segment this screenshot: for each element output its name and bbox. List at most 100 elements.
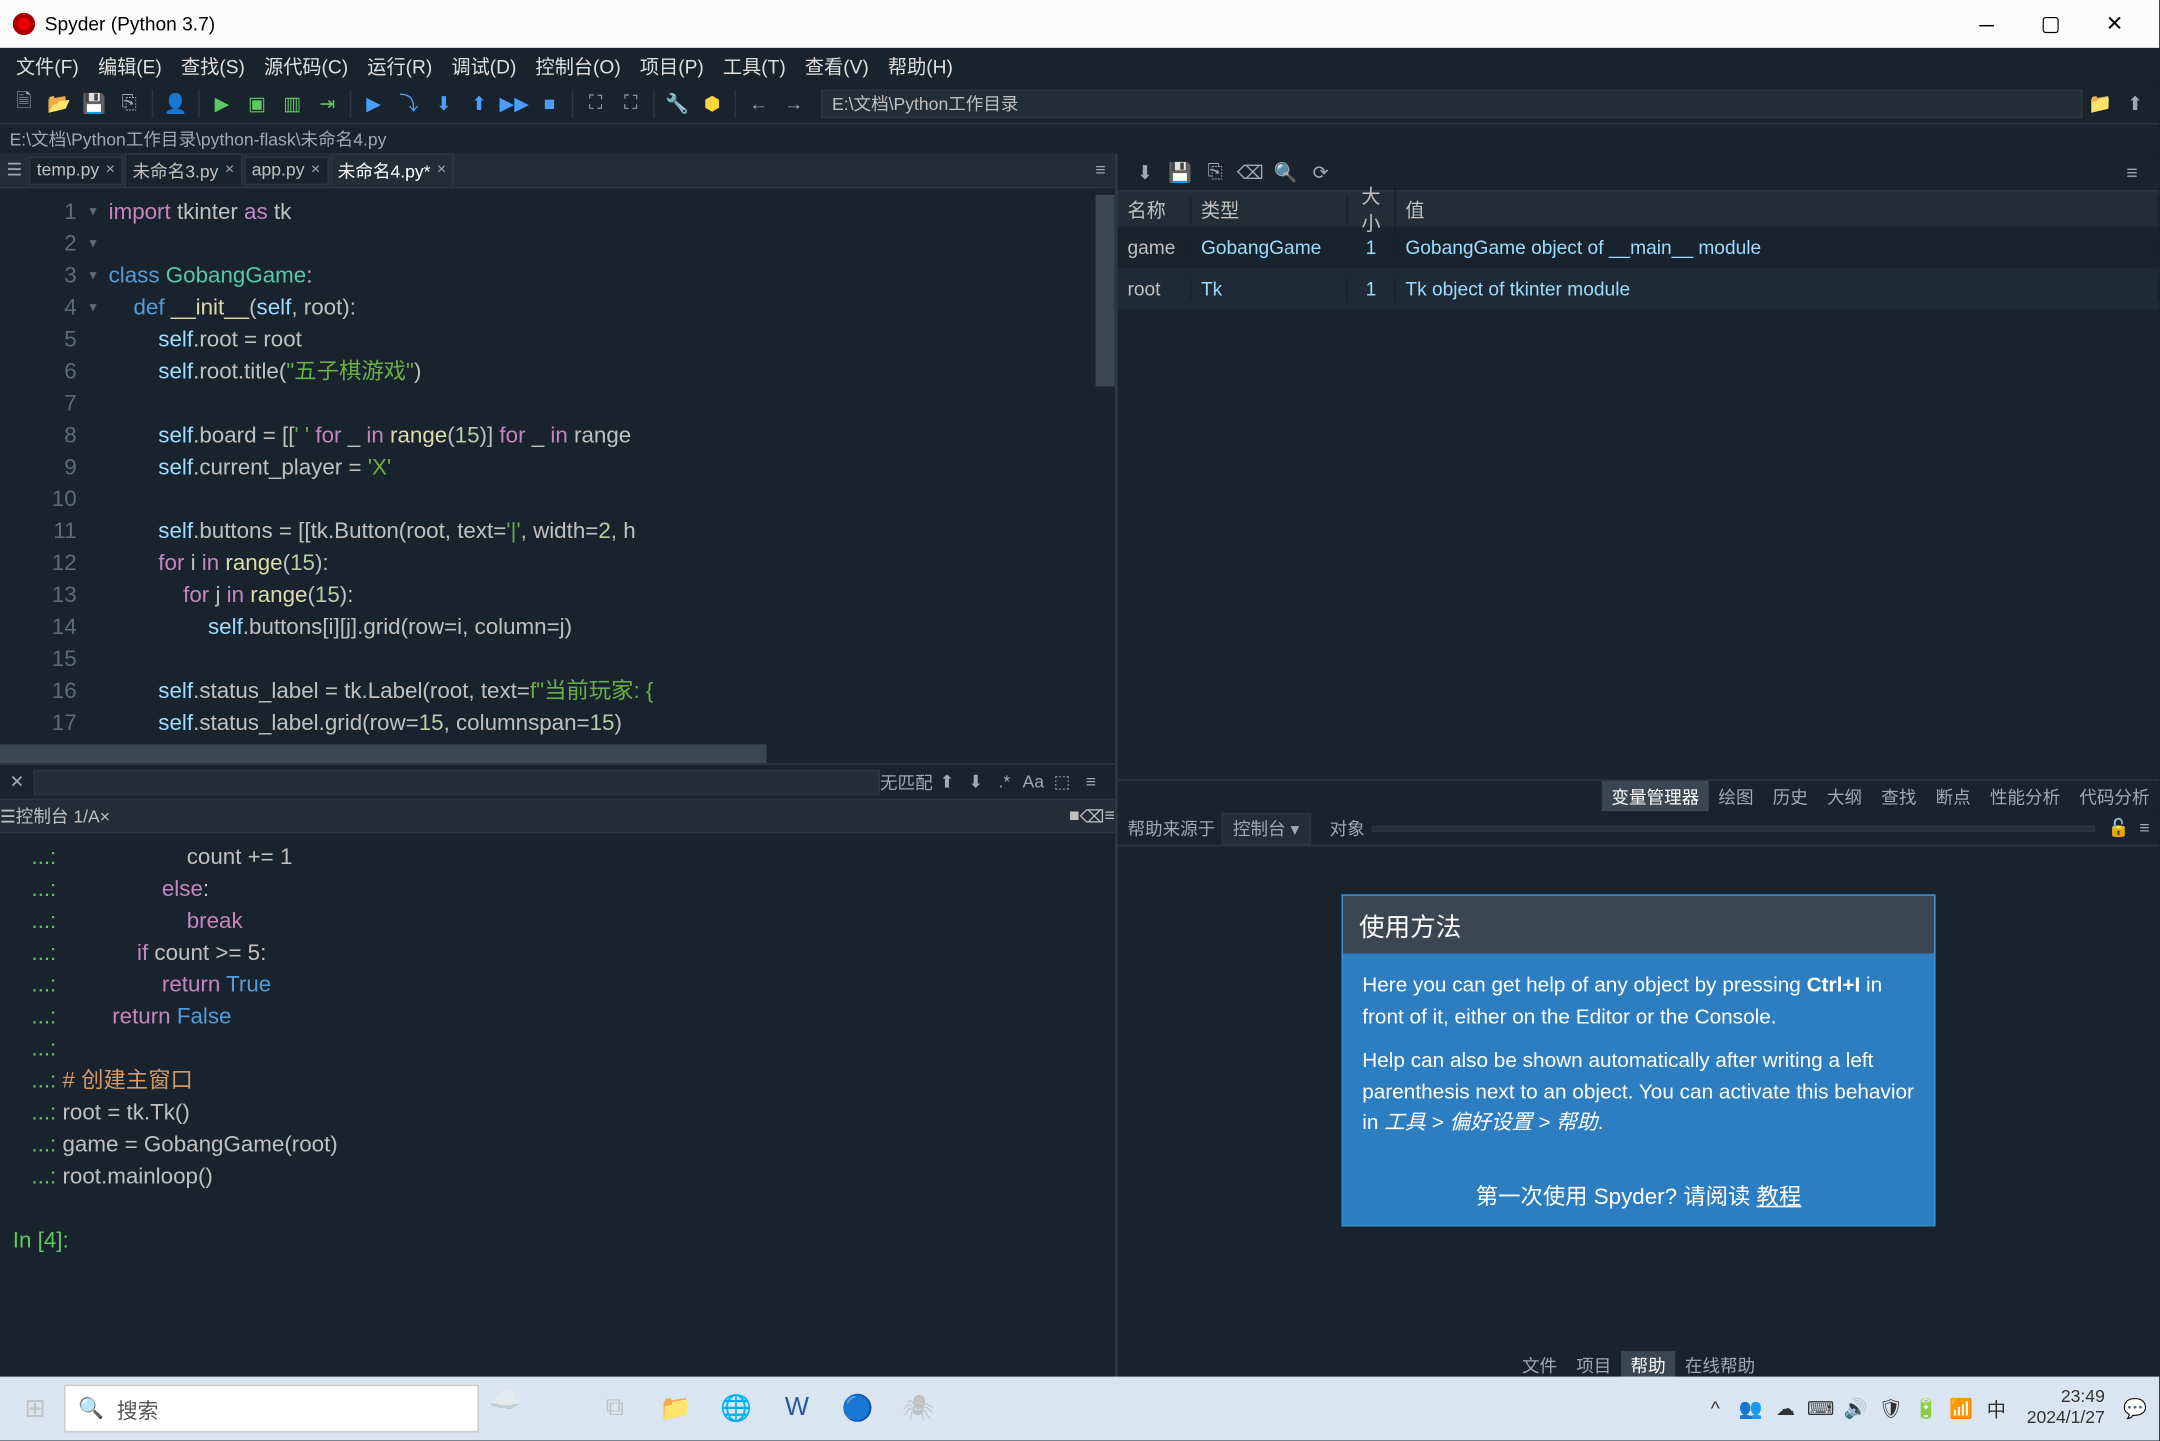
console-clear-icon[interactable]: ⌫ [1080, 806, 1105, 827]
find-word-icon[interactable]: ⬚ [1048, 771, 1077, 792]
step-into-icon[interactable]: ⬇ [426, 85, 461, 120]
new-file-icon[interactable]: 🗎 [6, 85, 41, 120]
start-button[interactable]: ⊞ [6, 1383, 63, 1434]
help-tab[interactable]: 帮助 [1621, 1351, 1675, 1380]
find-close-icon[interactable]: ✕ [10, 771, 25, 792]
help-object-input[interactable] [1371, 825, 2095, 831]
help-menu-icon[interactable]: ≡ [2139, 818, 2149, 837]
tray-volume-icon[interactable]: 🔊 [1838, 1397, 1873, 1419]
save-as-icon[interactable]: ⎘ [1198, 160, 1233, 184]
col-name[interactable]: 名称 [1118, 196, 1191, 223]
continue-icon[interactable]: ▶▶ [497, 85, 532, 120]
open-file-icon[interactable]: 📂 [42, 85, 77, 120]
tray-chevron-icon[interactable]: ^ [1698, 1397, 1733, 1419]
console-tab-1a[interactable]: 控制台 1/A× [16, 803, 110, 829]
step-out-icon[interactable]: ⬆ [462, 85, 497, 120]
right-tab[interactable]: 历史 [1763, 781, 1817, 811]
fullscreen-icon[interactable]: ⛶ [613, 85, 648, 120]
refresh-vars-icon[interactable]: ⟳ [1303, 160, 1338, 182]
var-row[interactable]: gameGobangGame1GobangGame object of __ma… [1118, 227, 2159, 269]
menu-run[interactable]: 运行(R) [358, 52, 442, 79]
menu-source[interactable]: 源代码(C) [254, 52, 357, 79]
weather-widget[interactable]: ☁️ [489, 1385, 553, 1433]
right-tab[interactable]: 代码分析 [2070, 781, 2159, 811]
menu-tools[interactable]: 工具(T) [713, 52, 795, 79]
right-tab[interactable]: 断点 [1926, 781, 1980, 811]
working-dir-input[interactable]: E:\文档\Python工作目录 [821, 89, 2083, 118]
find-regex-icon[interactable]: .* [990, 772, 1019, 791]
tray-ime[interactable]: 中 [1979, 1395, 2014, 1422]
help-source-dropdown[interactable]: 控制台 ▾ [1222, 812, 1311, 844]
code-editor[interactable]: 1234567891011121314151617 ▾▾ ▾▾ import t… [0, 188, 1115, 744]
right-tab[interactable]: 性能分析 [1980, 781, 2069, 811]
save-icon[interactable]: 💾 [77, 85, 112, 120]
step-over-icon[interactable]: ⤵ [391, 85, 426, 120]
menu-edit[interactable]: 编辑(E) [88, 52, 171, 79]
console-stop-icon[interactable]: ■ [1069, 806, 1080, 825]
col-size[interactable]: 大小 [1348, 182, 1396, 236]
editor-vscroll[interactable] [1096, 188, 1115, 744]
tab-unnamed4[interactable]: 未命名4.py*× [330, 153, 454, 188]
run-icon[interactable]: ▶ [204, 85, 239, 120]
right-tab[interactable]: 大纲 [1817, 781, 1871, 811]
tray-people-icon[interactable]: 👥 [1733, 1397, 1768, 1419]
col-type[interactable]: 类型 [1191, 196, 1348, 223]
dock-icon[interactable]: ☰ [0, 160, 29, 181]
search-vars-icon[interactable]: 🔍 [1268, 160, 1303, 182]
forward-icon[interactable]: → [776, 85, 811, 120]
find-prev-icon[interactable]: ⬆ [933, 771, 962, 792]
find-input[interactable] [34, 769, 880, 795]
tab-app[interactable]: app.py× [244, 156, 328, 185]
find-next-icon[interactable]: ⬇ [961, 771, 990, 792]
tray-onedrive-icon[interactable]: ☁ [1768, 1397, 1803, 1419]
close-button[interactable]: ✕ [2082, 11, 2146, 37]
word-icon[interactable]: W [767, 1383, 828, 1434]
minimize-button[interactable]: ─ [1955, 12, 2019, 36]
user-icon[interactable]: 👤 [158, 85, 193, 120]
tab-list-icon[interactable]: ≡ [1086, 160, 1115, 179]
console-menu-icon[interactable]: ≡ [1104, 806, 1114, 825]
find-case-icon[interactable]: Aa [1019, 772, 1048, 791]
stop-debug-icon[interactable]: ■ [532, 85, 567, 120]
task-view-icon[interactable]: ⧉ [585, 1383, 646, 1434]
help-lock-icon[interactable]: 🔓 [2108, 818, 2130, 839]
tray-battery-icon[interactable]: 🔋 [1909, 1397, 1944, 1419]
parent-dir-icon[interactable]: ⬆ [2118, 85, 2153, 120]
browser-icon[interactable]: 🌐 [706, 1383, 767, 1434]
debug-icon[interactable]: ▶ [356, 85, 391, 120]
back-icon[interactable]: ← [741, 85, 776, 120]
tutorial-link[interactable]: 教程 [1757, 1183, 1802, 1209]
menu-search[interactable]: 查找(S) [171, 52, 254, 79]
explorer-icon[interactable]: 📁 [645, 1383, 706, 1434]
menu-view[interactable]: 查看(V) [795, 52, 878, 79]
tray-notifications-icon[interactable]: 💬 [2118, 1397, 2153, 1419]
help-tab[interactable]: 在线帮助 [1675, 1351, 1764, 1380]
preferences-icon[interactable]: 🔧 [660, 85, 695, 120]
help-tab[interactable]: 项目 [1567, 1351, 1621, 1380]
var-row[interactable]: rootTk1Tk object of tkinter module [1118, 268, 2159, 310]
run-cell-icon[interactable]: ▣ [240, 85, 275, 120]
menu-file[interactable]: 文件(F) [6, 52, 88, 79]
taskbar-search[interactable]: 🔍搜索 [64, 1385, 479, 1433]
var-options-icon[interactable]: ≡ [2114, 160, 2149, 182]
tray-keyboard-icon[interactable]: ⌨ [1803, 1397, 1838, 1419]
editor-hscroll[interactable] [0, 744, 1115, 763]
maximize-pane-icon[interactable]: ⛶ [578, 85, 613, 120]
tray-clock[interactable]: 23:492024/1/27 [2014, 1387, 2118, 1429]
save-data-icon[interactable]: 💾 [1163, 160, 1198, 182]
menu-debug[interactable]: 调试(D) [442, 52, 526, 79]
right-tab[interactable]: 变量管理器 [1602, 781, 1709, 811]
import-data-icon[interactable]: ⬇ [1127, 160, 1162, 182]
browse-dir-icon[interactable]: 📁 [2082, 85, 2117, 120]
save-all-icon[interactable]: ⎘ [112, 85, 147, 120]
clear-vars-icon[interactable]: ⌫ [1233, 160, 1268, 182]
pythonpath-icon[interactable]: ⬢ [695, 85, 730, 120]
help-tab[interactable]: 文件 [1512, 1351, 1566, 1380]
spyder-taskbar-icon[interactable]: 🕷 [888, 1383, 949, 1434]
tab-unnamed3[interactable]: 未命名3.py× [125, 153, 243, 188]
run-cell-advance-icon[interactable]: ▥ [275, 85, 310, 120]
menu-help[interactable]: 帮助(H) [878, 52, 962, 79]
run-selection-icon[interactable]: ⇥ [310, 85, 345, 120]
tray-wifi-icon[interactable]: 📶 [1944, 1397, 1979, 1419]
ipython-console[interactable]: ...: count += 1 ...: else: ...: break ..… [0, 834, 1115, 1380]
